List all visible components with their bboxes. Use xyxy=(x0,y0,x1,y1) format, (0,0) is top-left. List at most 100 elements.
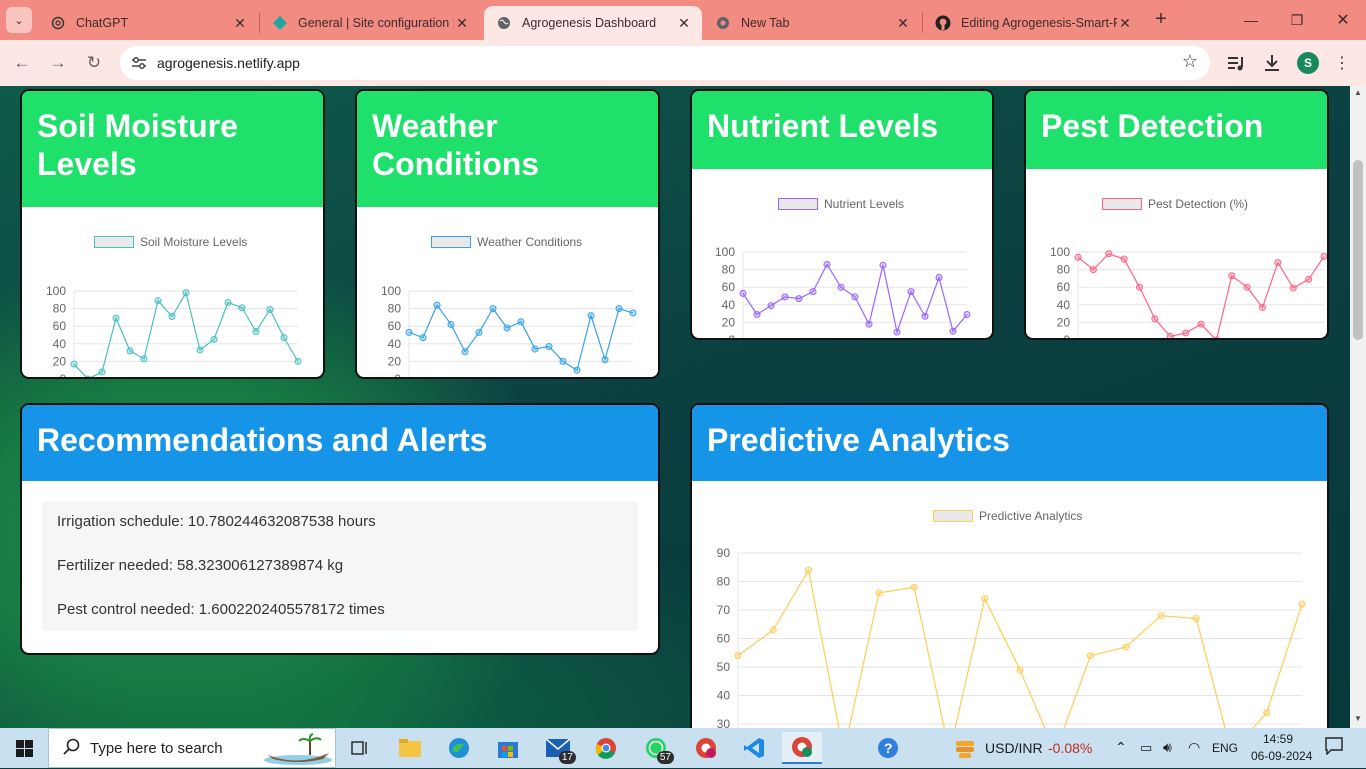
clock-time[interactable]: 14:59 xyxy=(1263,732,1293,746)
edge-icon[interactable] xyxy=(439,732,479,764)
data-point[interactable] xyxy=(224,298,232,306)
data-point[interactable] xyxy=(85,375,91,379)
data-point[interactable] xyxy=(1243,283,1251,291)
data-point[interactable] xyxy=(615,305,623,313)
data-point[interactable] xyxy=(405,328,413,336)
data-point[interactable] xyxy=(1074,253,1082,261)
data-point[interactable] xyxy=(769,626,777,634)
data-point[interactable] xyxy=(1263,709,1271,717)
data-point[interactable] xyxy=(1087,652,1094,660)
data-point[interactable] xyxy=(140,355,148,363)
whatsapp-icon[interactable]: 57 xyxy=(636,732,676,764)
data-point[interactable] xyxy=(168,313,176,321)
profile-avatar[interactable]: S xyxy=(1297,52,1319,74)
back-button[interactable]: ← xyxy=(8,49,36,77)
show-hidden-icons-icon[interactable]: ⌃ xyxy=(1115,739,1127,756)
data-point[interactable] xyxy=(1305,275,1313,283)
chart-legend[interactable]: Weather Conditions xyxy=(431,235,582,249)
data-point[interactable] xyxy=(1166,332,1174,339)
notification-icon[interactable] xyxy=(1325,737,1343,758)
data-point[interactable] xyxy=(1197,320,1205,328)
chart-legend[interactable]: Pest Detection (%) xyxy=(1102,197,1248,211)
data-point[interactable] xyxy=(238,304,246,312)
restore-button[interactable]: ❐ xyxy=(1274,0,1320,40)
scroll-down-arrow-icon[interactable]: ▼ xyxy=(1350,712,1366,726)
page-scrollbar[interactable]: ▲ ▼ xyxy=(1350,86,1366,728)
media-control-icon[interactable] xyxy=(1224,51,1248,75)
microsoft-store-icon[interactable] xyxy=(488,732,528,764)
currency-widget-icon[interactable] xyxy=(945,732,985,764)
data-point[interactable] xyxy=(875,589,883,597)
data-point[interactable] xyxy=(475,328,483,336)
data-point[interactable] xyxy=(294,357,302,365)
windows-start-icon[interactable] xyxy=(0,728,48,768)
data-point[interactable] xyxy=(907,288,915,296)
data-point[interactable] xyxy=(1320,252,1327,260)
close-icon[interactable]: ✕ xyxy=(1117,15,1133,31)
data-point[interactable] xyxy=(1151,315,1159,323)
forward-button[interactable]: → xyxy=(44,49,72,77)
data-point[interactable] xyxy=(865,320,873,328)
data-point[interactable] xyxy=(935,274,943,282)
data-point[interactable] xyxy=(503,324,511,332)
data-point[interactable] xyxy=(1105,250,1113,258)
wifi-icon[interactable]: ◠ xyxy=(1188,739,1200,756)
data-point[interactable] xyxy=(805,566,812,574)
data-point[interactable] xyxy=(587,312,595,320)
data-point[interactable] xyxy=(1122,643,1130,651)
data-point[interactable] xyxy=(910,583,918,591)
data-point[interactable] xyxy=(1298,600,1306,608)
data-point[interactable] xyxy=(1213,336,1220,340)
volume-icon[interactable]: 🔊︎ xyxy=(1163,739,1172,756)
data-point[interactable] xyxy=(280,334,288,342)
bookmark-star-icon[interactable]: ☆ xyxy=(1182,51,1198,72)
close-icon[interactable]: ✕ xyxy=(232,15,248,31)
data-point[interactable] xyxy=(753,310,761,318)
data-point[interactable] xyxy=(1274,259,1282,267)
data-point[interactable] xyxy=(196,346,204,354)
tab-search-button[interactable]: ⌄ xyxy=(6,7,32,33)
scrollbar-thumb[interactable] xyxy=(1353,160,1363,340)
task-view-icon[interactable] xyxy=(340,732,380,764)
data-point[interactable] xyxy=(1192,615,1200,623)
vscode-icon[interactable] xyxy=(734,732,774,764)
tab-github[interactable]: Editing Agrogenesis-Smart-F ✕ xyxy=(923,6,1143,40)
help-icon[interactable]: ? xyxy=(868,732,908,764)
data-point[interactable] xyxy=(795,295,803,303)
clock-date[interactable]: 06-09-2024 xyxy=(1251,749,1312,763)
data-point[interactable] xyxy=(1089,266,1097,274)
taskbar-search-box[interactable]: Type here to search xyxy=(48,728,336,768)
new-tab-button[interactable]: + xyxy=(1150,9,1172,31)
chrome-active-icon[interactable] xyxy=(782,732,822,764)
site-info-icon[interactable] xyxy=(128,52,150,74)
data-point[interactable] xyxy=(837,283,845,291)
data-point[interactable] xyxy=(419,334,427,342)
chrome-profile-icon[interactable] xyxy=(686,732,726,764)
data-point[interactable] xyxy=(489,305,497,313)
data-point[interactable] xyxy=(70,360,78,368)
tab-chatgpt[interactable]: ChatGPT ✕ xyxy=(38,6,258,40)
data-point[interactable] xyxy=(1182,329,1190,337)
data-point[interactable] xyxy=(447,320,455,328)
scroll-up-arrow-icon[interactable]: ▲ xyxy=(1350,86,1366,100)
data-point[interactable] xyxy=(112,314,120,322)
data-point[interactable] xyxy=(739,289,747,297)
close-icon[interactable]: ✕ xyxy=(454,15,470,31)
close-icon[interactable]: ✕ xyxy=(895,15,911,31)
battery-icon[interactable]: ▭ xyxy=(1140,740,1152,756)
tab-netlify[interactable]: General | Site configuration | ✕ xyxy=(260,6,480,40)
address-bar[interactable]: agrogenesis.netlify.app ☆ xyxy=(120,46,1210,80)
chart-legend[interactable]: Soil Moisture Levels xyxy=(94,235,247,249)
chart-legend[interactable]: Nutrient Levels xyxy=(778,197,904,211)
data-point[interactable] xyxy=(531,345,539,353)
reload-button[interactable]: ↻ xyxy=(80,49,108,77)
mail-icon[interactable]: 17 xyxy=(538,732,578,764)
chart-legend[interactable]: Predictive Analytics xyxy=(933,509,1082,523)
file-explorer-icon[interactable] xyxy=(390,732,430,764)
data-point[interactable] xyxy=(1289,284,1297,292)
data-point[interactable] xyxy=(963,310,971,318)
data-point[interactable] xyxy=(182,289,190,297)
currency-pair[interactable]: USD/INR xyxy=(985,740,1043,756)
data-point[interactable] xyxy=(210,335,218,343)
data-point[interactable] xyxy=(781,293,789,301)
